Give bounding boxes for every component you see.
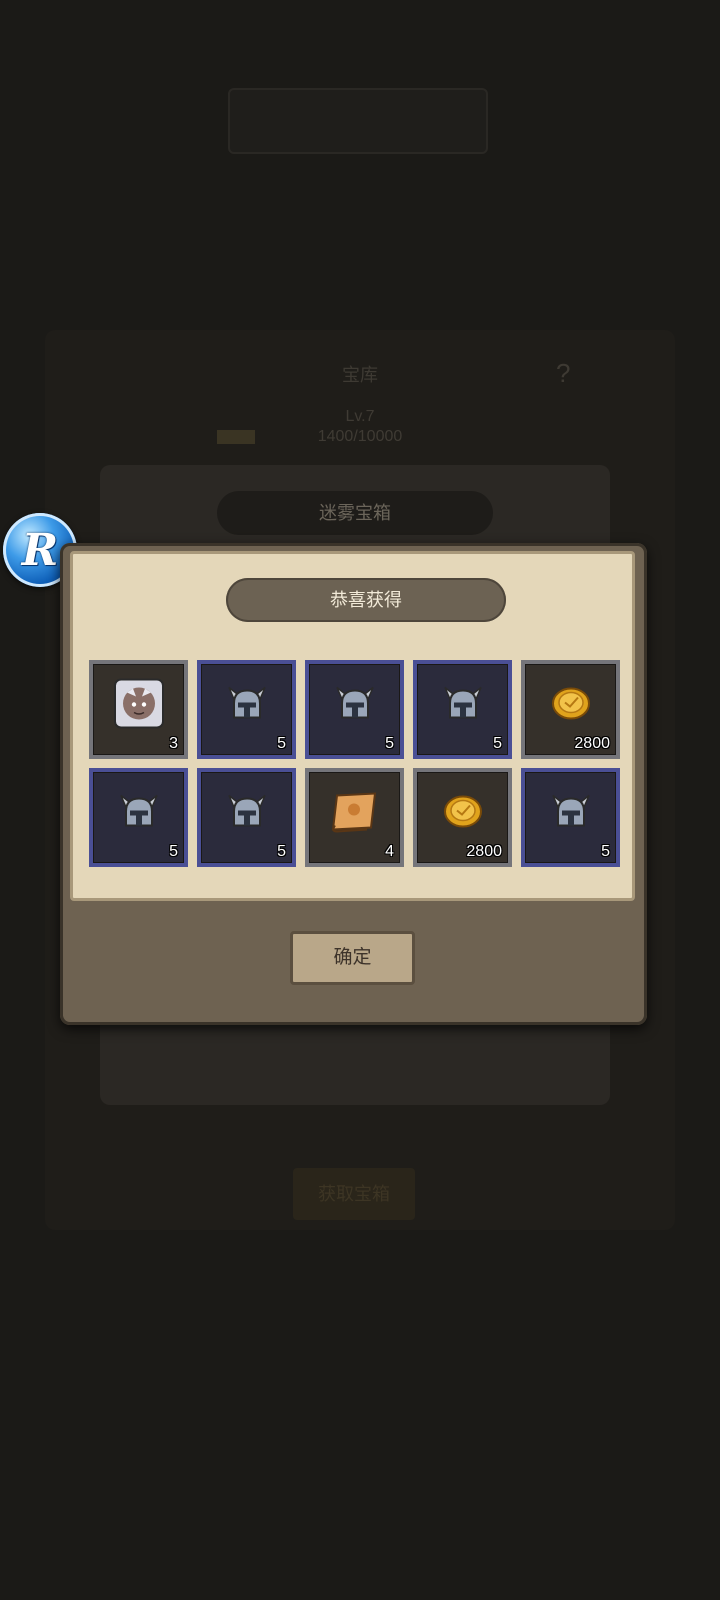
reward-count: 5 — [385, 735, 394, 752]
helmet-icon — [549, 789, 593, 838]
reward-count: 5 — [601, 843, 610, 860]
r-letter: R — [21, 524, 59, 576]
reward-count: 5 — [277, 735, 286, 752]
reward-slot[interactable]: 5 — [89, 768, 188, 867]
reward-dialog: 恭喜获得 3 5 5 5 2800 5 5 4 2800 5 确定 — [60, 543, 647, 1025]
dialog-title: 恭喜获得 — [226, 578, 506, 622]
background-progress-text: 1400/10000 — [317, 428, 403, 445]
reward-count: 4 — [385, 843, 394, 860]
reward-count: 3 — [169, 735, 178, 752]
hero-portrait-icon — [113, 678, 164, 733]
background-action-button: 获取宝箱 — [293, 1168, 415, 1220]
background-top-banner — [228, 88, 488, 154]
helmet-icon — [225, 681, 269, 730]
reward-parchment: 恭喜获得 3 5 5 5 2800 5 5 4 2800 5 — [70, 551, 635, 901]
gold-coin-icon — [443, 793, 483, 834]
scroll-icon — [327, 787, 383, 840]
reward-slot[interactable]: 5 — [197, 660, 296, 759]
reward-count: 2800 — [574, 735, 610, 752]
reward-slot[interactable]: 4 — [305, 768, 404, 867]
reward-slot[interactable]: 5 — [305, 660, 404, 759]
helmet-icon — [441, 681, 485, 730]
helmet-icon — [333, 681, 377, 730]
reward-count: 5 — [277, 843, 286, 860]
helmet-icon — [225, 789, 269, 838]
background-progress-bar — [217, 430, 255, 444]
background-level: Lv.7 — [345, 408, 375, 425]
background-chest-title: 迷雾宝箱 — [217, 491, 493, 535]
helmet-icon — [117, 789, 161, 838]
background-vault-title: 宝库 — [342, 365, 378, 385]
confirm-button[interactable]: 确定 — [290, 931, 415, 985]
reward-slot[interactable]: 3 — [89, 660, 188, 759]
reward-slot[interactable]: 2800 — [413, 768, 512, 867]
reward-slot[interactable]: 2800 — [521, 660, 620, 759]
reward-count: 5 — [169, 843, 178, 860]
reward-count: 2800 — [466, 843, 502, 860]
gold-coin-icon — [551, 685, 591, 726]
reward-slot[interactable]: 5 — [413, 660, 512, 759]
reward-count: 5 — [493, 735, 502, 752]
reward-slot[interactable]: 5 — [521, 768, 620, 867]
reward-slot[interactable]: 5 — [197, 768, 296, 867]
help-icon: ? — [556, 358, 571, 388]
